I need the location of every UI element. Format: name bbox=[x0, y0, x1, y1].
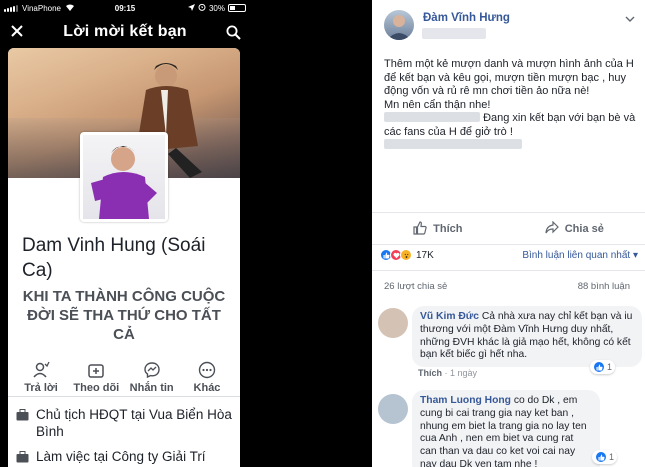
wifi-icon bbox=[65, 3, 75, 13]
phone-screenshot: VinaPhone 09:15 30% Lời mời kết bạn Dam … bbox=[0, 0, 250, 467]
post-text-line3-row: Đang xin kết bạn với bạn bè và các fans … bbox=[384, 112, 640, 139]
redacted-block bbox=[384, 112, 480, 122]
battery-percent: 30% bbox=[208, 3, 225, 13]
post-text: Thêm một kẻ mượn danh và mượn hình ảnh c… bbox=[384, 58, 640, 153]
profile-name: Dam Vinh Hung (Soái Ca) bbox=[22, 235, 206, 281]
info-work-text: Chủ tịch HĐQT tại Vua Biển Hòa Bình bbox=[36, 407, 232, 439]
reply-person-icon bbox=[14, 358, 68, 382]
reply-button[interactable]: Trả lời bbox=[14, 358, 68, 394]
redacted-block bbox=[384, 139, 522, 149]
share-label: Chia sẻ bbox=[564, 223, 604, 235]
divider bbox=[372, 212, 645, 213]
info-job-text: Làm việc tại Công ty Giải Trí bbox=[36, 449, 206, 464]
redacted-line bbox=[384, 139, 640, 153]
follow-label: Theo dõi bbox=[73, 382, 120, 394]
comment-count[interactable]: 88 bình luận bbox=[578, 281, 630, 292]
info-work-row: Chủ tịch HĐQT tại Vua Biển Hòa Bình bbox=[16, 406, 236, 440]
more-icon bbox=[180, 358, 234, 382]
follow-icon bbox=[69, 358, 123, 382]
profile-card: Dam Vinh Hung (Soái Ca) KHI TA THÀNH CÔN… bbox=[8, 48, 240, 467]
comment-like-count: 1 bbox=[609, 452, 615, 462]
reaction-count: 17K bbox=[416, 249, 434, 261]
comment-bubble: Tham Luong Hong co do Dk , em cung bi ca… bbox=[412, 390, 600, 467]
comment-meta: Thích · 1 ngày bbox=[418, 368, 478, 378]
like-label: Thích bbox=[433, 223, 463, 235]
comment-sort-dropdown[interactable]: Bình luận liên quan nhất ▾ bbox=[522, 250, 638, 261]
more-label: Khác bbox=[193, 382, 221, 394]
profile-actions: Trả lời Theo dõi Nhắn tin Khác bbox=[14, 358, 234, 394]
messenger-icon bbox=[125, 358, 179, 382]
comment-sort-label: Bình luận liên quan nhất bbox=[522, 249, 631, 261]
like-reaction-icon bbox=[595, 451, 607, 463]
more-button[interactable]: Khác bbox=[180, 358, 234, 394]
chevron-down-icon[interactable] bbox=[625, 10, 635, 28]
thumbs-up-icon bbox=[413, 220, 427, 238]
reaction-summary[interactable]: 17K Bình luận liên quan nhất ▾ bbox=[380, 249, 638, 261]
battery-icon bbox=[228, 4, 246, 12]
divider bbox=[372, 244, 645, 245]
profile-avatar[interactable] bbox=[80, 132, 168, 222]
divider bbox=[372, 270, 645, 271]
comment-like-count: 1 bbox=[607, 362, 613, 372]
divider bbox=[8, 396, 240, 397]
comment-time: 1 ngày bbox=[450, 368, 478, 378]
comment-bubble: Vũ Kim Đức Cả nhà xưa nay chỉ kết bạn và… bbox=[412, 306, 642, 368]
close-icon[interactable] bbox=[6, 22, 28, 43]
post-meta-redacted bbox=[422, 28, 486, 39]
follow-button[interactable]: Theo dõi bbox=[69, 358, 123, 394]
briefcase-icon bbox=[16, 406, 30, 440]
share-count[interactable]: 26 lượt chia sẻ bbox=[384, 281, 447, 292]
carrier-name: VinaPhone bbox=[22, 3, 61, 13]
comment-like-badge[interactable]: 1 bbox=[592, 450, 618, 464]
signal-icon bbox=[4, 4, 18, 12]
status-bar: VinaPhone 09:15 30% bbox=[0, 0, 250, 16]
share-button[interactable]: Chia sẻ bbox=[545, 220, 604, 238]
briefcase-icon bbox=[16, 448, 30, 467]
nav-bar: Lời mời kết bạn bbox=[0, 16, 250, 48]
info-job-row: Làm việc tại Công ty Giải Trí bbox=[16, 448, 236, 467]
caret-down-icon: ▾ bbox=[632, 249, 638, 261]
post-action-bar: Thích Chia sẻ bbox=[372, 217, 645, 241]
commenter-name[interactable]: Tham Luong Hong bbox=[420, 395, 511, 406]
post-header: Đàm Vĩnh Hưng bbox=[372, 0, 645, 40]
reply-label: Trả lời bbox=[24, 382, 58, 394]
message-button[interactable]: Nhắn tin bbox=[125, 358, 179, 394]
like-reaction-icon bbox=[593, 361, 605, 373]
clock: 09:15 bbox=[114, 3, 136, 13]
search-icon[interactable] bbox=[222, 25, 244, 40]
comment-like-link[interactable]: Thích bbox=[418, 368, 442, 378]
share-comment-counts: 26 lượt chia sẻ 88 bình luận bbox=[384, 281, 630, 292]
location-icon bbox=[187, 3, 195, 13]
wow-reaction-icon bbox=[400, 249, 412, 261]
avatar-person-figure bbox=[91, 146, 157, 219]
profile-bio: KHI TA THÀNH CÔNG CUỘC ĐỜI SẼ THA THỨ CH… bbox=[22, 288, 226, 343]
commenter-name[interactable]: Vũ Kim Đức bbox=[420, 311, 479, 322]
alarm-icon bbox=[198, 3, 206, 13]
post-text-line2: Mn nên cẩn thận nhe! bbox=[384, 98, 491, 111]
post-text-line1: Thêm một kẻ mượn danh và mượn hình ảnh c… bbox=[384, 58, 637, 97]
comment-like-badge[interactable]: 1 bbox=[590, 360, 616, 374]
share-arrow-icon bbox=[545, 220, 559, 238]
author-name[interactable]: Đàm Vĩnh Hưng bbox=[423, 12, 510, 24]
commenter-avatar[interactable] bbox=[378, 308, 408, 338]
commenter-avatar[interactable] bbox=[378, 394, 408, 424]
facebook-post: Đàm Vĩnh Hưng Thêm một kẻ mượn danh và m… bbox=[372, 0, 645, 300]
message-label: Nhắn tin bbox=[129, 382, 174, 394]
comment-list: Vũ Kim Đức Cả nhà xưa nay chỉ kết bạn và… bbox=[372, 300, 645, 467]
author-avatar[interactable] bbox=[384, 10, 414, 40]
page-title: Lời mời kết bạn bbox=[63, 23, 187, 40]
like-button[interactable]: Thích bbox=[413, 220, 463, 238]
